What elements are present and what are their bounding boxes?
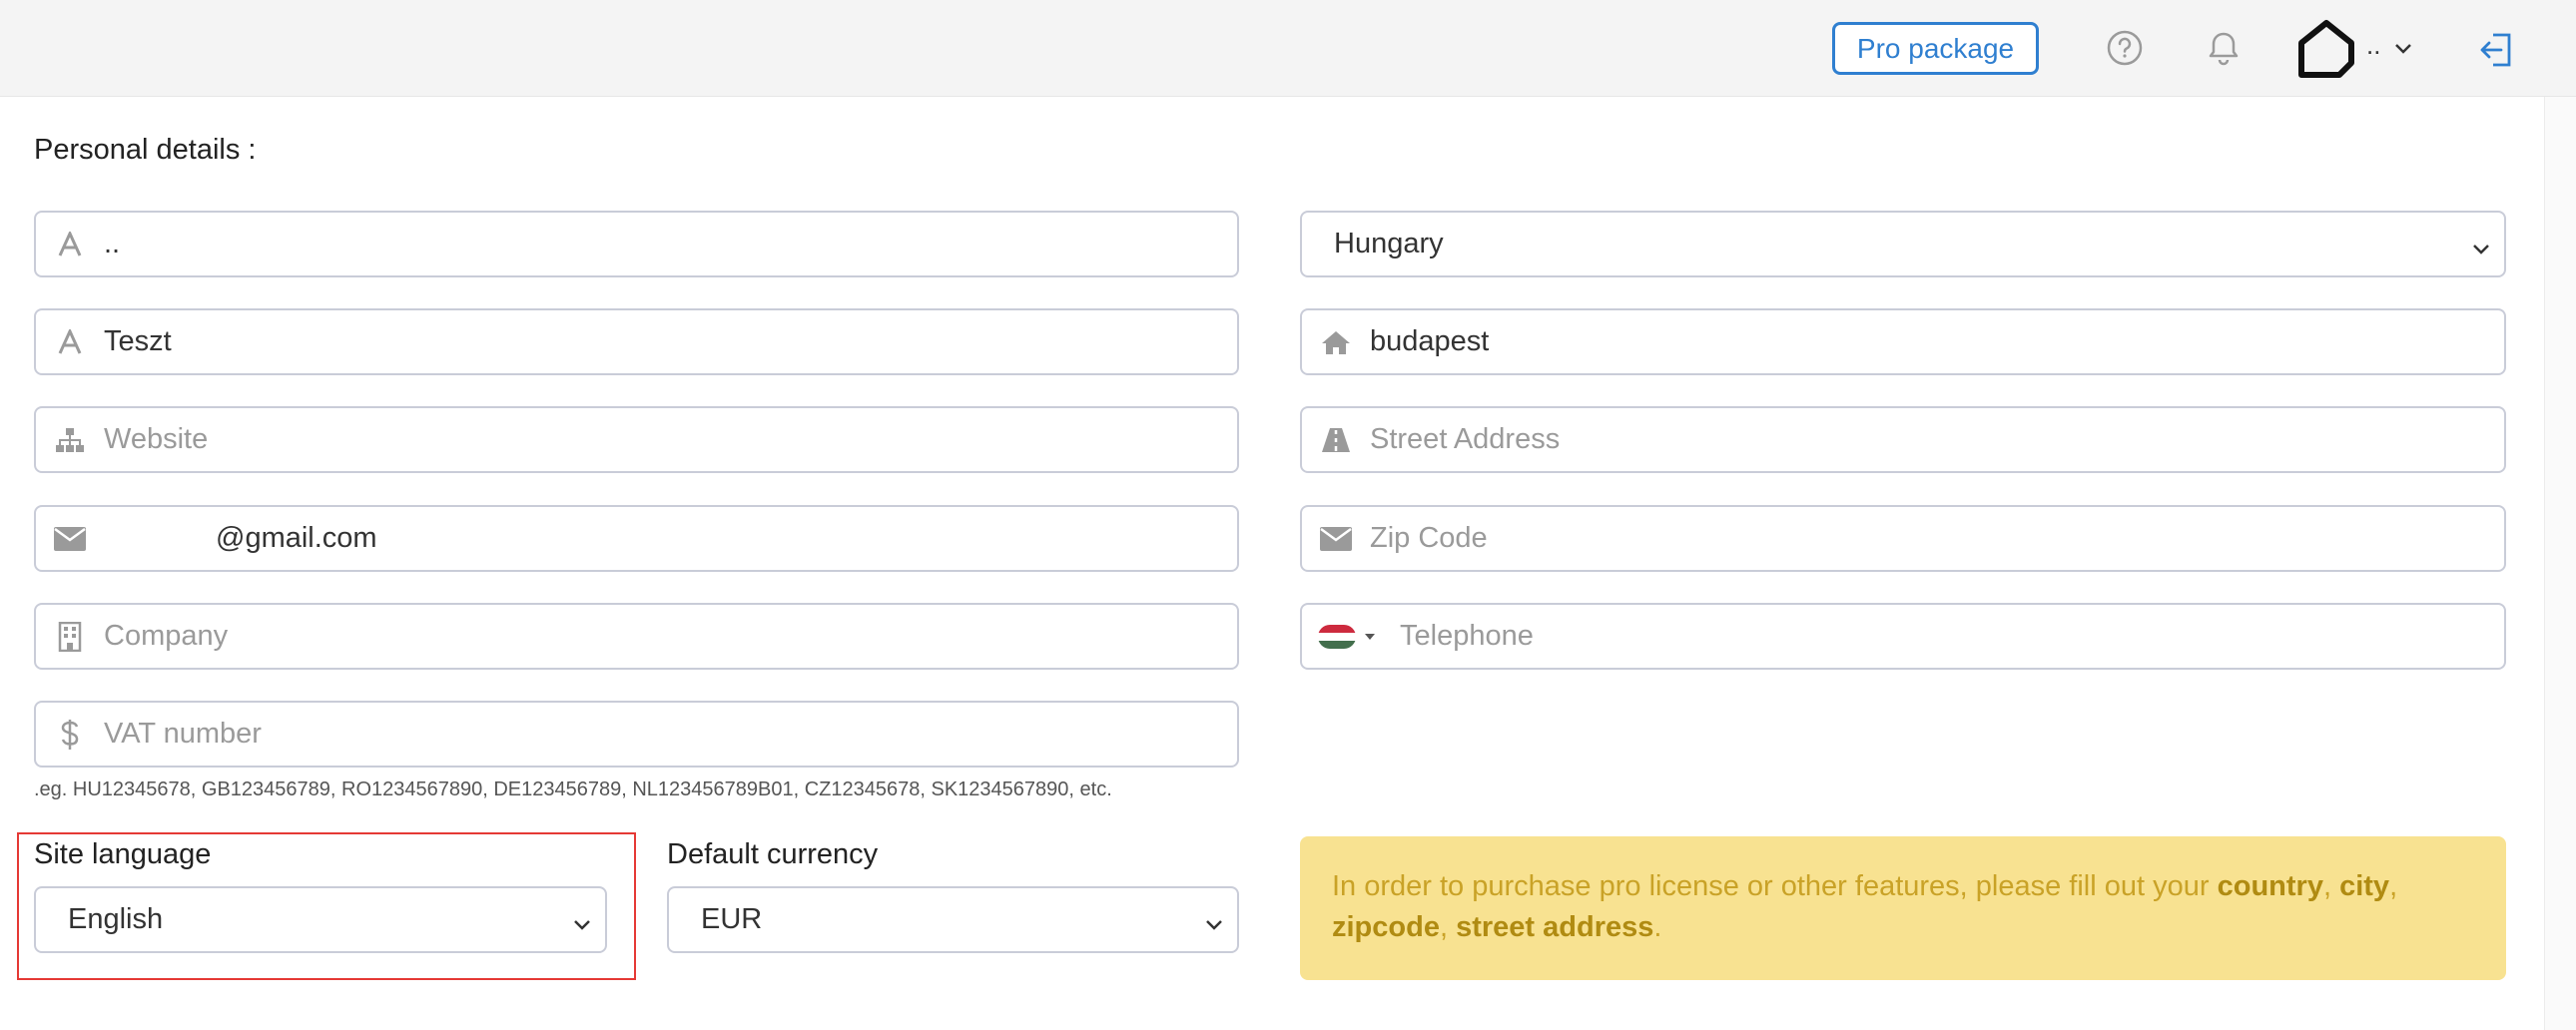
vat-hint: .eg. HU12345678, GB123456789, RO12345678… <box>34 778 1112 800</box>
country-value: Hungary <box>1334 228 1444 259</box>
default-currency-value: EUR <box>701 903 763 935</box>
caret-down-icon[interactable] <box>1364 633 1384 641</box>
notice-period: . <box>1653 911 1662 943</box>
logout-icon[interactable] <box>2476 30 2516 70</box>
zip-placeholder: Zip Code <box>1370 522 1488 554</box>
road-icon <box>1302 408 1370 471</box>
building-icon <box>36 605 104 668</box>
last-name-field[interactable]: .. <box>34 211 1239 277</box>
vat-number-field[interactable]: VAT number <box>34 701 1239 768</box>
email-field[interactable]: @gmail.com <box>34 505 1239 572</box>
font-icon <box>36 213 104 275</box>
telephone-placeholder: Telephone <box>1400 620 1534 652</box>
user-name[interactable]: .. <box>2366 30 2380 61</box>
hungary-flag-icon[interactable] <box>1318 624 1356 649</box>
notice-separator: , <box>2322 870 2340 902</box>
notice-separator: , <box>2389 870 2398 902</box>
company-placeholder: Company <box>104 620 229 652</box>
first-name-value: Teszt <box>104 325 172 357</box>
street-address-field[interactable]: Street Address <box>1300 406 2506 473</box>
site-language-value: English <box>68 903 164 935</box>
section-title: Personal details : <box>34 134 257 166</box>
notice-zipcode: zipcode <box>1332 911 1440 943</box>
dollar-icon <box>36 703 104 766</box>
notice-separator: , <box>1439 911 1457 943</box>
chevron-down-icon[interactable] <box>2392 38 2414 60</box>
font-icon <box>36 310 104 373</box>
telephone-field[interactable]: Telephone <box>1300 603 2506 670</box>
city-value: budapest <box>1370 325 1490 357</box>
house-logo-icon[interactable] <box>2294 18 2358 80</box>
bell-icon[interactable] <box>2204 28 2244 68</box>
chevron-down-icon <box>2470 235 2492 257</box>
default-currency-label: Default currency <box>667 838 879 870</box>
chevron-down-icon <box>1203 910 1225 932</box>
chevron-down-icon <box>571 910 593 932</box>
notice-text: In order to purchase pro license or othe… <box>1332 870 2218 902</box>
default-currency-select[interactable]: EUR <box>667 886 1239 953</box>
website-field[interactable]: Website <box>34 406 1239 473</box>
pro-package-button[interactable]: Pro package <box>1832 22 2039 75</box>
last-name-value: .. <box>104 228 121 259</box>
email-value: @gmail.com <box>216 522 377 554</box>
help-icon[interactable] <box>2105 28 2145 68</box>
city-field[interactable]: budapest <box>1300 308 2506 375</box>
notice-country: country <box>2217 870 2323 902</box>
website-placeholder: Website <box>104 423 209 455</box>
street-placeholder: Street Address <box>1370 423 1561 455</box>
notice-street-address: street address <box>1456 911 1654 943</box>
notice-city: city <box>2339 870 2390 902</box>
first-name-field[interactable]: Teszt <box>34 308 1239 375</box>
sitemap-icon <box>36 408 104 471</box>
envelope-icon <box>1302 507 1370 570</box>
country-select[interactable]: Hungary <box>1300 211 2506 277</box>
pro-license-notice: In order to purchase pro license or othe… <box>1300 836 2506 980</box>
scrollbar[interactable] <box>2544 97 2576 1030</box>
vat-placeholder: VAT number <box>104 718 262 750</box>
site-language-label: Site language <box>34 838 212 870</box>
company-field[interactable]: Company <box>34 603 1239 670</box>
home-icon <box>1302 310 1370 373</box>
envelope-icon <box>36 507 104 570</box>
site-language-select[interactable]: English <box>34 886 607 953</box>
top-bar: Pro package .. <box>0 0 2576 97</box>
zip-code-field[interactable]: Zip Code <box>1300 505 2506 572</box>
